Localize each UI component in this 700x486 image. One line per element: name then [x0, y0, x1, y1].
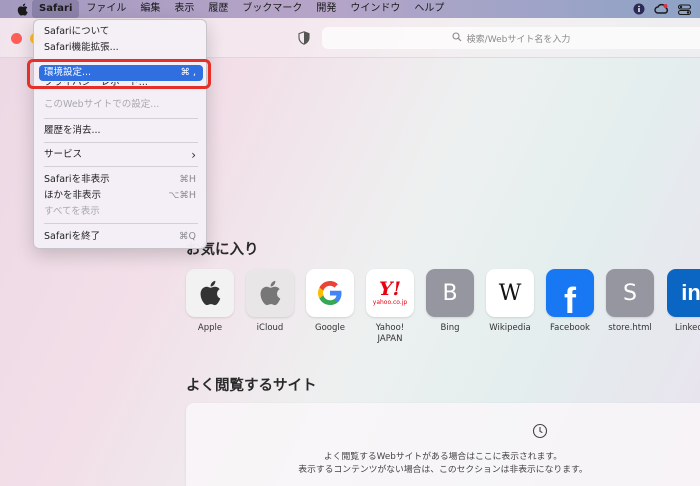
menu-item-shortcut: ⌘H [179, 174, 196, 185]
favorite-google[interactable]: Google [305, 269, 355, 334]
favorite-apple[interactable]: Apple [185, 269, 235, 334]
menu-item-hide-others[interactable]: ほかを非表示 ⌥⌘H [39, 188, 203, 204]
menu-edit[interactable]: 編集 [133, 0, 167, 18]
favorite-bing[interactable]: B Bing [425, 269, 475, 334]
favorite-linkedin[interactable]: in Linked [667, 269, 700, 334]
address-placeholder: 検索/Webサイト名を入力 [466, 34, 571, 45]
letter-s-icon: S [606, 269, 654, 317]
menu-item-services[interactable]: サービス › [39, 147, 203, 163]
close-window-button[interactable] [11, 33, 22, 44]
apple-logo-icon [246, 269, 294, 317]
google-g-icon [306, 269, 354, 317]
menu-bar: Safari ファイル 編集 表示 履歴 ブックマーク 開発 ウインドウ ヘルプ [0, 0, 700, 18]
menu-item-shortcut: ⌥⌘H [168, 190, 196, 201]
creative-cloud-icon[interactable] [654, 3, 669, 16]
empty-message-line1: よく閲覧するWebサイトがある場合はここに表示されます。 [323, 452, 563, 462]
menu-item-safari-extensions[interactable]: Safari機能拡張... [39, 40, 203, 56]
clock-icon [532, 423, 548, 439]
chevron-right-icon: › [191, 148, 196, 162]
menu-item-label: このWebサイトでの設定... [44, 99, 160, 110]
menu-bookmarks[interactable]: ブックマーク [235, 0, 309, 18]
apple-menu-icon[interactable] [12, 2, 32, 16]
yahoo-logo-subtext: yahoo.co.jp [372, 299, 408, 306]
favorite-label: Wikipedia [489, 323, 531, 333]
menu-separator [44, 166, 198, 167]
facebook-f-icon: f [546, 269, 594, 317]
menu-item-label: Safari機能拡張... [44, 42, 119, 53]
menu-window[interactable]: ウインドウ [343, 0, 407, 18]
search-icon [452, 31, 462, 45]
favorite-label: Facebook [550, 323, 590, 333]
menu-item-quit-safari[interactable]: Safariを終了 ⌘Q [39, 229, 203, 245]
favorite-label: Linked [675, 323, 700, 333]
favorite-label: Bing [440, 323, 460, 333]
linkedin-in-icon: in [667, 269, 700, 317]
safari-menu-dropdown: Safariについて Safari機能拡張... 環境設定... ⌘ , プライ… [33, 19, 207, 249]
menu-item-label: 履歴を消去... [44, 125, 101, 136]
facebook-f-glyph: f [564, 280, 576, 318]
menu-history[interactable]: 履歴 [201, 0, 235, 18]
menu-item-shortcut: ⌘Q [179, 231, 196, 242]
menu-item-website-settings: このWebサイトでの設定... [39, 97, 203, 113]
info-icon[interactable] [631, 3, 646, 16]
favorite-label: Apple [197, 323, 223, 333]
annotation-highlight-box [27, 59, 211, 89]
menu-view[interactable]: 表示 [167, 0, 201, 18]
favorite-facebook[interactable]: f Facebook [545, 269, 595, 334]
menu-item-label: すべてを表示 [44, 206, 100, 217]
favorite-store-html[interactable]: S store.html [605, 269, 655, 334]
favorite-yahoo-japan[interactable]: Y! yahoo.co.jp Yahoo! JAPAN [365, 269, 415, 345]
menu-item-label: Safariを非表示 [44, 174, 110, 185]
frequently-visited-title: よく閲覧するサイト [186, 378, 317, 394]
menu-safari[interactable]: Safari [32, 0, 80, 18]
favorite-label: Yahoo! JAPAN [375, 323, 405, 344]
wikipedia-w-icon: W [486, 269, 534, 317]
favorite-label: Google [315, 323, 345, 333]
control-center-icon[interactable] [677, 3, 692, 16]
menu-separator [44, 223, 198, 224]
menu-item-show-all: すべてを表示 [39, 204, 203, 220]
frequently-visited-panel: よく閲覧するWebサイトがある場合はここに表示されます。 表示するコンテンツがな… [186, 403, 700, 486]
menu-separator [44, 142, 198, 143]
privacy-shield-icon[interactable] [298, 30, 310, 45]
menu-item-label: サービス [44, 149, 83, 160]
menu-item-label: Safariを終了 [44, 231, 101, 242]
favorite-icloud[interactable]: iCloud [245, 269, 295, 334]
menu-item-hide-safari[interactable]: Safariを非表示 ⌘H [39, 172, 203, 188]
letter-b-icon: B [426, 269, 474, 317]
menu-help[interactable]: ヘルプ [407, 0, 451, 18]
yahoo-logo-text: Y! [379, 278, 401, 300]
yahoo-japan-icon: Y! yahoo.co.jp [366, 269, 414, 317]
menu-file[interactable]: ファイル [79, 0, 133, 18]
apple-logo-icon [186, 269, 234, 317]
menu-item-label: ほかを非表示 [44, 190, 102, 201]
address-search-field[interactable]: 検索/Webサイト名を入力 [322, 27, 700, 49]
menu-item-about-safari[interactable]: Safariについて [39, 24, 203, 40]
favorite-wikipedia[interactable]: W Wikipedia [485, 269, 535, 334]
menu-separator [44, 118, 198, 119]
empty-message-line2: 表示するコンテンツがない場合は、このセクションは非表示になります。 [298, 465, 588, 475]
favorite-label: store.html [608, 323, 652, 333]
menu-item-clear-history[interactable]: 履歴を消去... [39, 123, 203, 139]
favorite-label: iCloud [256, 323, 284, 333]
menu-item-label: Safariについて [44, 26, 110, 37]
menu-develop[interactable]: 開発 [309, 0, 343, 18]
